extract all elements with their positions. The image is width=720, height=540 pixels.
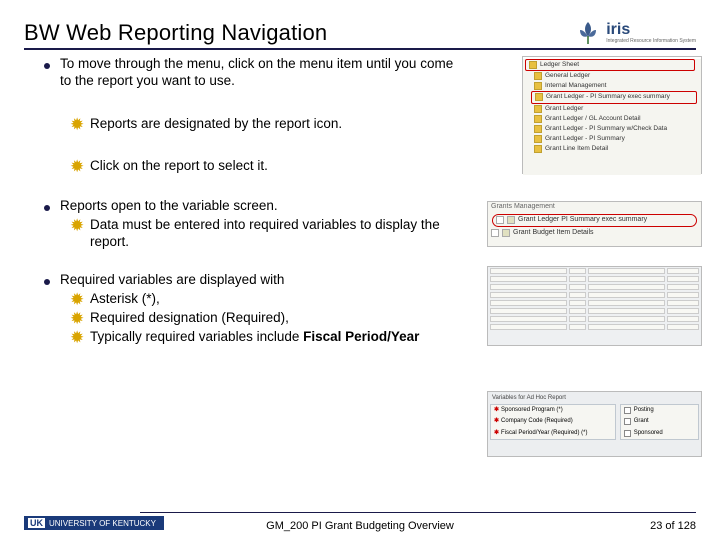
sub-bullet-text: Data must be entered into required varia… bbox=[90, 217, 470, 251]
screenshot-select-panel: Grants Management Grant Ledger PI Summar… bbox=[487, 201, 702, 247]
bullet-dot-icon bbox=[44, 63, 50, 69]
screenshot-variable-form bbox=[487, 266, 702, 346]
sub-bullet-item: ✹ Data must be entered into required var… bbox=[70, 217, 470, 251]
footer-title: GM_200 PI Grant Budgeting Overview bbox=[266, 520, 454, 532]
star-icon: ✹ bbox=[70, 329, 88, 347]
star-icon: ✹ bbox=[70, 217, 88, 235]
page-title: BW Web Reporting Navigation bbox=[24, 20, 327, 46]
iris-flower-icon bbox=[574, 18, 602, 46]
sub-bullet-item: ✹ Typically required variables include F… bbox=[70, 329, 470, 347]
bullet-dot-icon bbox=[44, 279, 50, 285]
bullet-text: Required variables are displayed with bbox=[60, 272, 460, 289]
iris-logo-text: iris bbox=[606, 21, 696, 39]
bullet-dot-icon bbox=[44, 205, 50, 211]
sub-bullet-text: Required designation (Required), bbox=[90, 310, 289, 327]
screenshot-nav-tree: Ledger Sheet General Ledger Internal Man… bbox=[522, 56, 702, 174]
slide-footer: UKUNIVERSITY OF KENTUCKY GM_200 PI Grant… bbox=[0, 512, 720, 534]
sub-bullet-item: ✹ Reports are designated by the report i… bbox=[70, 116, 470, 134]
sub-bullet-item: ✹ Required designation (Required), bbox=[70, 310, 470, 328]
sub-bullet-item: ✹ Asterisk (*), bbox=[70, 291, 470, 309]
sub-bullet-text: Click on the report to select it. bbox=[90, 158, 268, 175]
sub-bullet-item: ✹ Click on the report to select it. bbox=[70, 158, 470, 176]
star-icon: ✹ bbox=[70, 291, 88, 309]
emphasis-text: Fiscal Period/Year bbox=[303, 329, 419, 344]
sub-bullet-text: Typically required variables include Fis… bbox=[90, 329, 419, 346]
star-icon: ✹ bbox=[70, 310, 88, 328]
sub-bullet-text: Asterisk (*), bbox=[90, 291, 160, 308]
star-icon: ✹ bbox=[70, 158, 88, 176]
bullet-text: Reports open to the variable screen. bbox=[60, 198, 460, 215]
iris-logo: iris Integrated Resource Information Sys… bbox=[574, 18, 696, 46]
footer-org-badge: UKUNIVERSITY OF KENTUCKY bbox=[24, 516, 164, 530]
iris-logo-subtext: Integrated Resource Information System bbox=[606, 39, 696, 44]
sub-bullet-text: Reports are designated by the report ico… bbox=[90, 116, 342, 133]
bullet-text: To move through the menu, click on the m… bbox=[60, 56, 460, 90]
screenshot-required-vars: Variables for Ad Hoc Report ✱Sponsored P… bbox=[487, 391, 702, 457]
footer-page-number: 23 of 128 bbox=[650, 520, 696, 532]
star-icon: ✹ bbox=[70, 116, 88, 134]
